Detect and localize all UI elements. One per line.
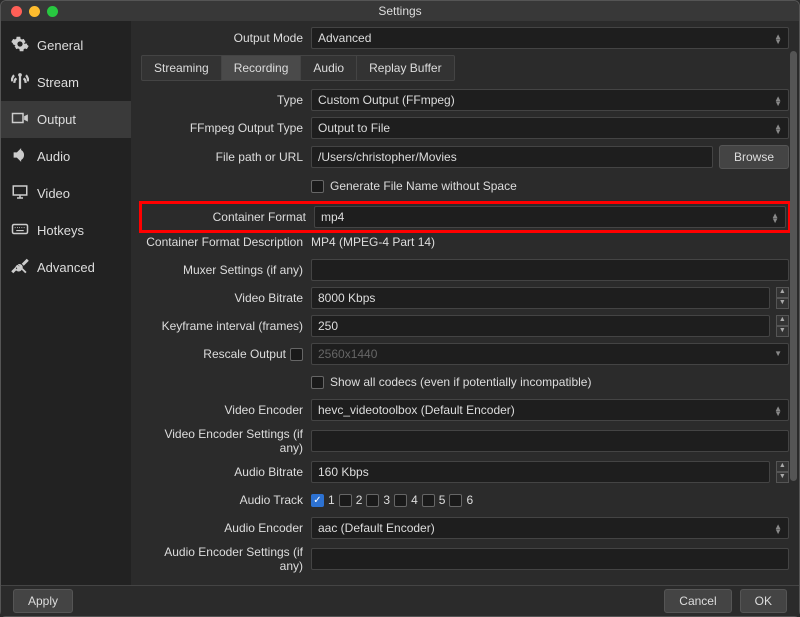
video-encoder-label: Video Encoder	[141, 403, 311, 417]
output-mode-label: Output Mode	[141, 31, 311, 45]
video-bitrate-stepper[interactable]: ▲▼	[776, 287, 789, 309]
audio-track-4-checkbox[interactable]	[394, 494, 407, 507]
rescale-label: Rescale Output	[203, 347, 286, 361]
sidebar-item-label: Audio	[37, 149, 70, 164]
apply-button[interactable]: Apply	[13, 589, 73, 613]
output-icon	[11, 109, 29, 130]
video-encoder-settings-input[interactable]	[311, 430, 789, 452]
window-title: Settings	[1, 4, 799, 18]
scrollbar[interactable]	[790, 51, 797, 571]
ok-button[interactable]: OK	[740, 589, 787, 613]
tab-audio[interactable]: Audio	[301, 56, 357, 80]
sidebar-item-video[interactable]: Video	[1, 175, 131, 212]
rescale-checkbox[interactable]	[290, 348, 303, 361]
file-path-label: File path or URL	[141, 150, 311, 164]
keyframe-label: Keyframe interval (frames)	[141, 319, 311, 333]
chevron-updown-icon: ▲▼	[774, 405, 782, 415]
sidebar-item-label: Video	[37, 186, 70, 201]
audio-encoder-settings-input[interactable]	[311, 548, 789, 570]
video-bitrate-input[interactable]	[311, 287, 770, 309]
keyboard-icon	[11, 220, 29, 241]
show-all-codecs-checkbox[interactable]	[311, 376, 324, 389]
scrollbar-thumb[interactable]	[790, 51, 797, 481]
video-encoder-select[interactable]: hevc_videotoolbox (Default Encoder)▲▼	[311, 399, 789, 421]
sidebar-item-label: General	[37, 38, 83, 53]
audio-bitrate-input[interactable]	[311, 461, 770, 483]
tools-icon	[11, 257, 29, 278]
chevron-down-icon: ▼	[774, 350, 782, 358]
chevron-updown-icon: ▲▼	[774, 523, 782, 533]
container-desc-value: MP4 (MPEG-4 Part 14)	[311, 235, 435, 249]
audio-track-3-checkbox[interactable]	[366, 494, 379, 507]
audio-track-6-checkbox[interactable]	[449, 494, 462, 507]
sidebar-item-hotkeys[interactable]: Hotkeys	[1, 212, 131, 249]
titlebar: Settings	[1, 1, 799, 21]
keyframe-stepper[interactable]: ▲▼	[776, 315, 789, 337]
chevron-updown-icon: ▲▼	[774, 33, 782, 43]
sidebar-item-advanced[interactable]: Advanced	[1, 249, 131, 286]
keyframe-input[interactable]	[311, 315, 770, 337]
antenna-icon	[11, 72, 29, 93]
footer: Apply Cancel OK	[1, 585, 799, 616]
audio-encoder-settings-label: Audio Encoder Settings (if any)	[141, 545, 311, 573]
sidebar-item-label: Stream	[37, 75, 79, 90]
container-format-label: Container Format	[144, 210, 314, 224]
audio-track-label: Audio Track	[141, 493, 311, 507]
sidebar-item-label: Advanced	[37, 260, 95, 275]
audio-track-5-checkbox[interactable]	[422, 494, 435, 507]
sidebar: General Stream Output Audio Video Hotkey…	[1, 21, 131, 585]
show-all-codecs-label: Show all codecs (even if potentially inc…	[330, 375, 591, 389]
output-tabs: Streaming Recording Audio Replay Buffer	[141, 55, 455, 81]
audio-bitrate-stepper[interactable]: ▲▼	[776, 461, 789, 483]
rescale-select[interactable]: 2560x1440▼	[311, 343, 789, 365]
tab-recording[interactable]: Recording	[222, 56, 302, 80]
audio-encoder-label: Audio Encoder	[141, 521, 311, 535]
tab-replay-buffer[interactable]: Replay Buffer	[357, 56, 454, 80]
generate-no-space-checkbox[interactable]	[311, 180, 324, 193]
audio-encoder-select[interactable]: aac (Default Encoder)▲▼	[311, 517, 789, 539]
chevron-updown-icon: ▲▼	[771, 212, 779, 222]
ffmpeg-output-type-label: FFmpeg Output Type	[141, 121, 311, 135]
output-mode-select[interactable]: Advanced ▲▼	[311, 27, 789, 49]
gear-icon	[11, 35, 29, 56]
video-bitrate-label: Video Bitrate	[141, 291, 311, 305]
cancel-button[interactable]: Cancel	[664, 589, 731, 613]
main-panel: Output Mode Advanced ▲▼ Streaming Record…	[131, 21, 799, 585]
sidebar-item-audio[interactable]: Audio	[1, 138, 131, 175]
sidebar-item-stream[interactable]: Stream	[1, 64, 131, 101]
audio-bitrate-label: Audio Bitrate	[141, 465, 311, 479]
chevron-updown-icon: ▲▼	[774, 95, 782, 105]
generate-no-space-label: Generate File Name without Space	[330, 179, 517, 193]
container-format-select[interactable]: mp4▲▼	[314, 206, 786, 228]
sidebar-item-general[interactable]: General	[1, 27, 131, 64]
video-encoder-settings-label: Video Encoder Settings (if any)	[141, 427, 311, 455]
browse-button[interactable]: Browse	[719, 145, 789, 169]
muxer-settings-input[interactable]	[311, 259, 789, 281]
file-path-input[interactable]	[311, 146, 713, 168]
speaker-icon	[11, 146, 29, 167]
monitor-icon	[11, 183, 29, 204]
type-select[interactable]: Custom Output (FFmpeg)▲▼	[311, 89, 789, 111]
sidebar-item-label: Output	[37, 112, 76, 127]
tab-streaming[interactable]: Streaming	[142, 56, 222, 80]
chevron-updown-icon: ▲▼	[774, 123, 782, 133]
sidebar-item-output[interactable]: Output	[1, 101, 131, 138]
audio-track-2-checkbox[interactable]	[339, 494, 352, 507]
audio-track-1-checkbox[interactable]: ✓	[311, 494, 324, 507]
container-desc-label: Container Format Description	[141, 235, 311, 249]
container-format-highlight: Container Format mp4▲▼	[139, 201, 791, 233]
ffmpeg-output-type-select[interactable]: Output to File▲▼	[311, 117, 789, 139]
type-label: Type	[141, 93, 311, 107]
sidebar-item-label: Hotkeys	[37, 223, 84, 238]
muxer-settings-label: Muxer Settings (if any)	[141, 263, 311, 277]
